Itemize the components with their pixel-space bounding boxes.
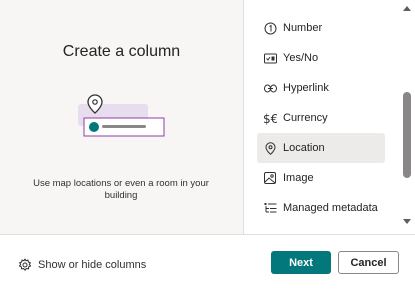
number-circle-icon <box>263 21 277 35</box>
toggle-icon <box>263 51 277 65</box>
column-type-image[interactable]: Image <box>257 163 385 193</box>
page-title: Create a column <box>62 43 181 60</box>
column-type-label: Image <box>283 172 314 184</box>
column-type-label: Hyperlink <box>283 82 329 94</box>
column-type-label: Yes/No <box>283 52 319 64</box>
column-type-managed-metadata[interactable]: Managed metadata <box>257 193 385 223</box>
column-type-label: Number <box>283 22 323 34</box>
currency-icon: $€ <box>263 111 277 125</box>
column-type-label: Managed metadata <box>283 202 378 214</box>
next-button[interactable]: Next <box>271 251 331 274</box>
column-type-location[interactable]: Location <box>257 133 385 163</box>
link-icon <box>263 81 277 95</box>
column-type-label: Location <box>283 142 325 154</box>
scrollbar-thumb[interactable] <box>403 92 411 178</box>
gear-icon <box>18 258 32 271</box>
scroll-up-arrow-icon[interactable] <box>402 4 412 12</box>
scroll-down-arrow-icon[interactable] <box>402 218 412 226</box>
location-pin-icon <box>263 141 277 155</box>
tree-icon <box>263 201 277 215</box>
footer-divider <box>0 234 415 235</box>
column-type-yes-no[interactable]: Yes/No <box>257 43 385 73</box>
preview-pane: Create a column Use map locations or eve… <box>0 0 243 234</box>
location-illustration <box>78 94 165 137</box>
cancel-button[interactable]: Cancel <box>338 251 399 274</box>
column-description: Use map locations or even a room in your… <box>33 178 209 201</box>
image-icon <box>263 171 277 185</box>
column-type-label: Currency <box>283 112 328 124</box>
column-type-currency[interactable]: $€ Currency <box>257 103 385 133</box>
list-scrollbar[interactable] <box>399 0 415 234</box>
column-type-number[interactable]: Number <box>257 13 385 43</box>
column-type-list: Number Yes/No Hyperlink $€ Currency Loca… <box>244 0 399 234</box>
svg-text:$€: $€ <box>263 112 277 125</box>
show-hide-columns-link[interactable]: Show or hide columns <box>18 256 146 274</box>
show-hide-columns-label: Show or hide columns <box>38 259 147 271</box>
column-type-hyperlink[interactable]: Hyperlink <box>257 73 385 103</box>
